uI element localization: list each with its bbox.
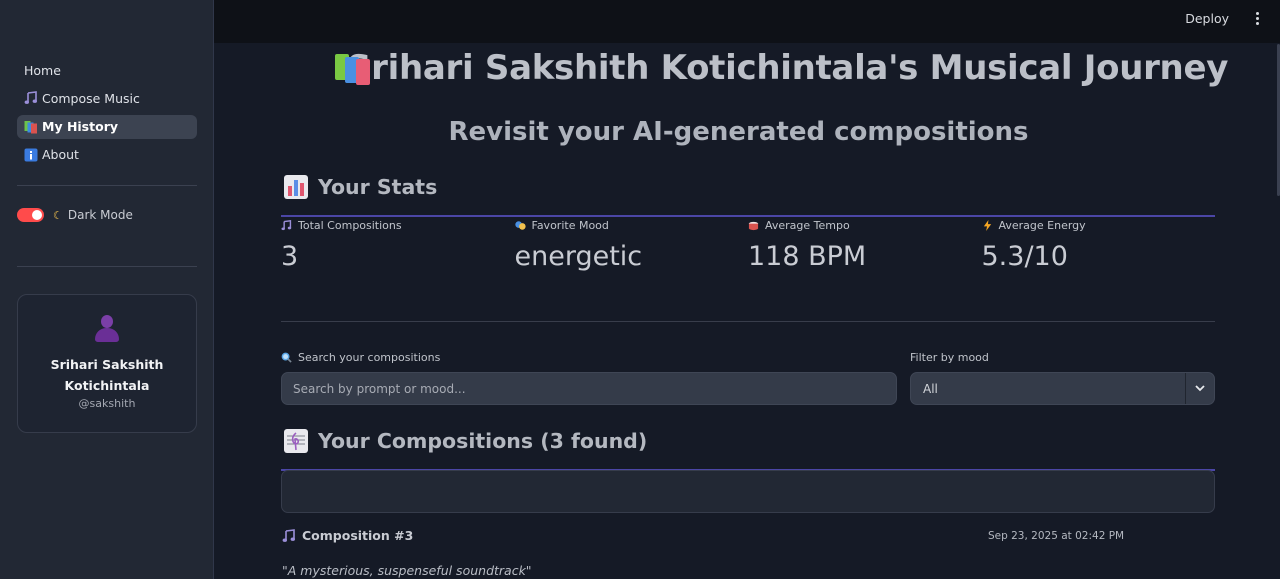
section-divider xyxy=(281,321,1215,322)
dark-mode-label: Dark Mode xyxy=(67,208,133,222)
stat-value: 5.3/10 xyxy=(981,241,1068,272)
lightning-icon xyxy=(982,220,993,231)
music-notes-icon xyxy=(282,528,296,543)
composition-title: Composition #3 xyxy=(302,528,414,543)
search-label: Search your compositions xyxy=(298,351,441,364)
stat-label: Average Tempo xyxy=(765,219,850,232)
search-input[interactable] xyxy=(281,372,897,405)
sidebar-item-label: My History xyxy=(42,119,119,135)
dark-mode-toggle-row: ☾ Dark Mode xyxy=(17,208,133,222)
drum-icon xyxy=(748,220,759,231)
sidebar-item-compose-music[interactable]: Compose Music xyxy=(17,86,197,110)
stats-row: Total Compositions 3 Favorite Mood energ… xyxy=(281,219,1215,272)
music-note-icon xyxy=(24,91,38,105)
top-bar: Deploy xyxy=(214,0,1280,43)
deploy-button[interactable]: Deploy xyxy=(1185,11,1229,26)
sidebar-item-about[interactable]: About xyxy=(17,143,197,167)
sidebar-nav: Home Compose Music My History About xyxy=(17,58,197,171)
sidebar-item-label: About xyxy=(42,147,79,163)
sidebar: Home Compose Music My History About ☾ Da… xyxy=(0,0,214,579)
compositions-heading-row: Your Compositions (3 found) xyxy=(284,429,647,453)
composition-expander[interactable] xyxy=(281,470,1215,513)
books-icon xyxy=(24,120,38,134)
mood-filter-select[interactable]: All xyxy=(910,372,1215,405)
sidebar-item-my-history[interactable]: My History xyxy=(17,114,197,139)
person-silhouette-icon xyxy=(92,315,122,343)
stat-favorite-mood: Favorite Mood energetic xyxy=(515,219,749,272)
musical-score-icon xyxy=(284,429,308,453)
page-subtitle: Revisit your AI-generated compositions xyxy=(448,117,1029,147)
composition-date: Sep 23, 2025 at 02:42 PM xyxy=(988,530,1125,542)
theater-masks-icon xyxy=(514,220,526,231)
page-title-row: Srihari Sakshith Kotichintala's Musical … xyxy=(334,48,1228,88)
stat-average-tempo: Average Tempo 118 BPM xyxy=(748,219,982,272)
music-note-icon xyxy=(281,219,292,231)
main-content: Srihari Sakshith Kotichintala's Musical … xyxy=(214,43,1277,579)
mood-filter-value: All xyxy=(923,381,938,396)
stat-label: Average Energy xyxy=(998,219,1086,232)
stat-value: 118 BPM xyxy=(748,241,867,272)
sidebar-item-label: Home xyxy=(24,62,61,78)
stat-value: energetic xyxy=(514,241,643,272)
chevron-down-icon[interactable] xyxy=(1185,373,1214,404)
stats-heading-row: Your Stats xyxy=(284,175,437,199)
dark-mode-toggle[interactable] xyxy=(17,208,44,222)
search-label-row: Search your compositions xyxy=(281,351,440,364)
moon-icon: ☾ xyxy=(53,208,63,222)
kebab-menu-icon[interactable] xyxy=(1255,12,1259,25)
section-divider xyxy=(281,215,1215,217)
page-title: Srihari Sakshith Kotichintala's Musical … xyxy=(347,48,1229,88)
filter-label: Filter by mood xyxy=(910,351,989,364)
stat-value: 3 xyxy=(281,241,299,272)
stats-heading: Your Stats xyxy=(318,175,438,199)
composition-prompt: "A mysterious, suspenseful soundtrack" xyxy=(282,563,532,578)
profile-handle: @sakshith xyxy=(78,397,136,410)
bar-chart-icon xyxy=(284,175,308,199)
compositions-heading: Your Compositions (3 found) xyxy=(318,429,648,453)
profile-card: Srihari Sakshith Kotichintala @sakshith xyxy=(17,294,197,433)
sidebar-item-home[interactable]: Home xyxy=(17,58,197,82)
stat-label: Favorite Mood xyxy=(531,219,609,232)
magnifier-icon xyxy=(281,352,292,363)
sidebar-divider xyxy=(17,185,197,186)
stat-total-compositions: Total Compositions 3 xyxy=(281,219,515,272)
stat-label: Total Compositions xyxy=(298,219,402,232)
stat-average-energy: Average Energy 5.3/10 xyxy=(982,219,1216,272)
sidebar-divider xyxy=(17,266,197,267)
sidebar-item-label: Compose Music xyxy=(42,90,140,106)
profile-name: Srihari Sakshith Kotichintala xyxy=(50,357,164,393)
composition-title-row: Composition #3 xyxy=(282,528,413,543)
info-icon xyxy=(24,148,38,162)
